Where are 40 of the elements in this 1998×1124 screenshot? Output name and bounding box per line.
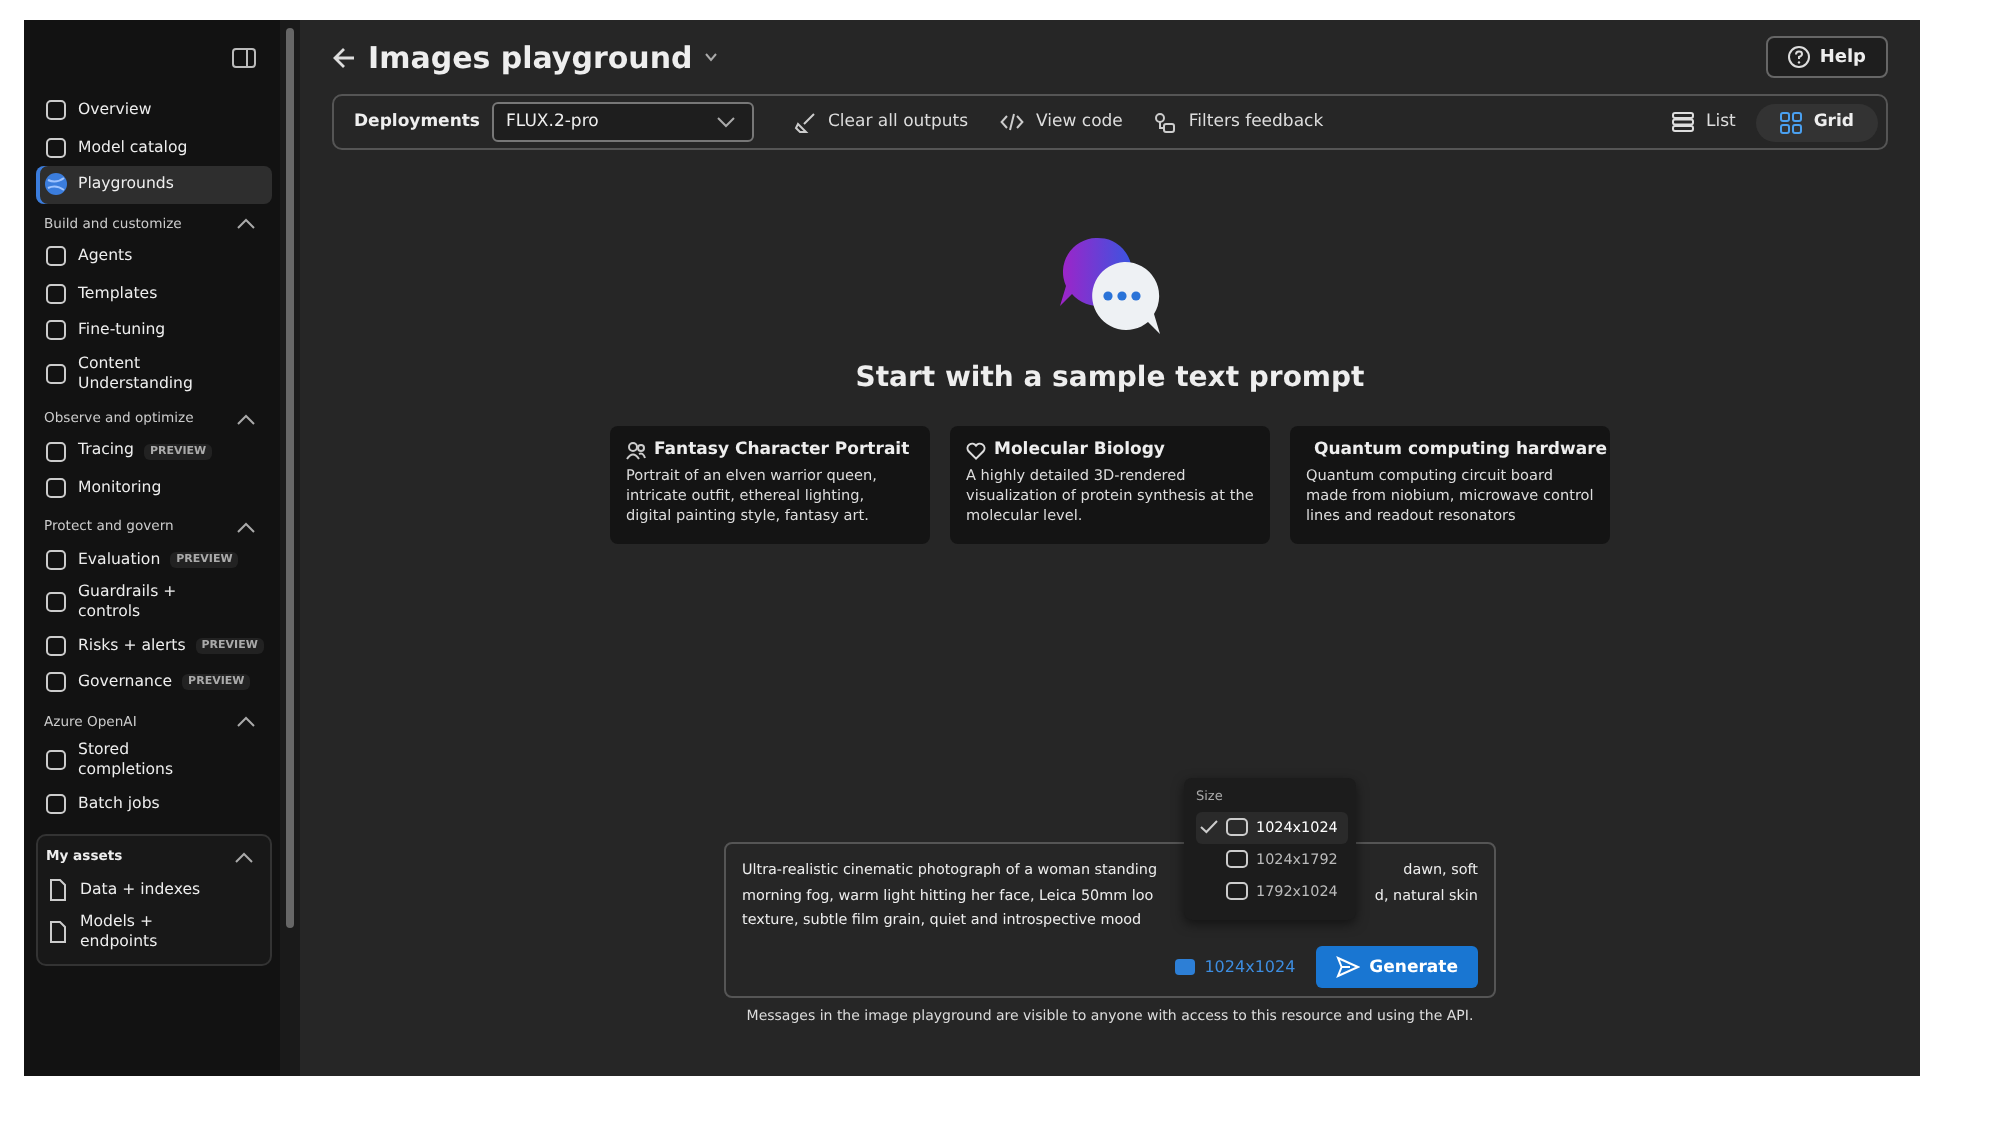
card-title: Fantasy Character Portrait (654, 440, 910, 460)
back-arrow-icon[interactable] (332, 45, 356, 69)
rectangle-icon (1226, 882, 1248, 900)
toolbar-button[interactable]: Clear all outputs (782, 105, 981, 139)
card-title: Quantum computing hardware (1314, 440, 1608, 460)
deployment-dropdown[interactable]: FLUX.2-pro (492, 102, 754, 142)
heart-icon (966, 441, 986, 459)
chevron-icon (716, 116, 736, 128)
scrollbar[interactable] (280, 20, 300, 1076)
rectangle-icon (1226, 850, 1248, 868)
empty-state-heading: Start with a sample text prompt (855, 362, 1365, 394)
help-button[interactable]: Help (1765, 36, 1888, 78)
view-toggle-button[interactable]: Grid (1755, 103, 1878, 141)
chevron-icon[interactable] (236, 716, 256, 729)
send-icon (1335, 956, 1360, 978)
chevron-icon[interactable] (236, 218, 256, 231)
list-icon (1671, 112, 1694, 132)
deployments-label: Deployments (354, 112, 480, 132)
people-icon (626, 441, 646, 459)
page-title: Images playground (368, 39, 693, 75)
aspect-icon (1174, 958, 1197, 976)
chevron-icon[interactable] (234, 851, 254, 864)
filter-icon (1154, 111, 1177, 133)
toolbar-button[interactable]: View code (988, 106, 1135, 138)
broom-icon (794, 111, 816, 133)
card-title: Molecular Biology (994, 440, 1165, 460)
chevron-icon[interactable] (236, 413, 256, 426)
generate-button[interactable]: Generate (1315, 946, 1478, 988)
toolbar-button[interactable]: Filters feedback (1142, 105, 1336, 139)
globe-icon (44, 172, 68, 197)
question-icon (1787, 46, 1810, 68)
caret-icon[interactable] (704, 52, 719, 62)
chevron-icon[interactable] (236, 522, 256, 535)
chat-bubbles-icon (1056, 234, 1164, 338)
rectangle-icon (1226, 818, 1248, 836)
grid-icon (1779, 111, 1802, 133)
view-toggle-button[interactable]: List (1659, 106, 1748, 138)
size-button[interactable]: 1024x1024 (1174, 958, 1296, 976)
panel-toggle-icon[interactable] (232, 48, 256, 68)
checkmark-icon (1200, 820, 1218, 834)
